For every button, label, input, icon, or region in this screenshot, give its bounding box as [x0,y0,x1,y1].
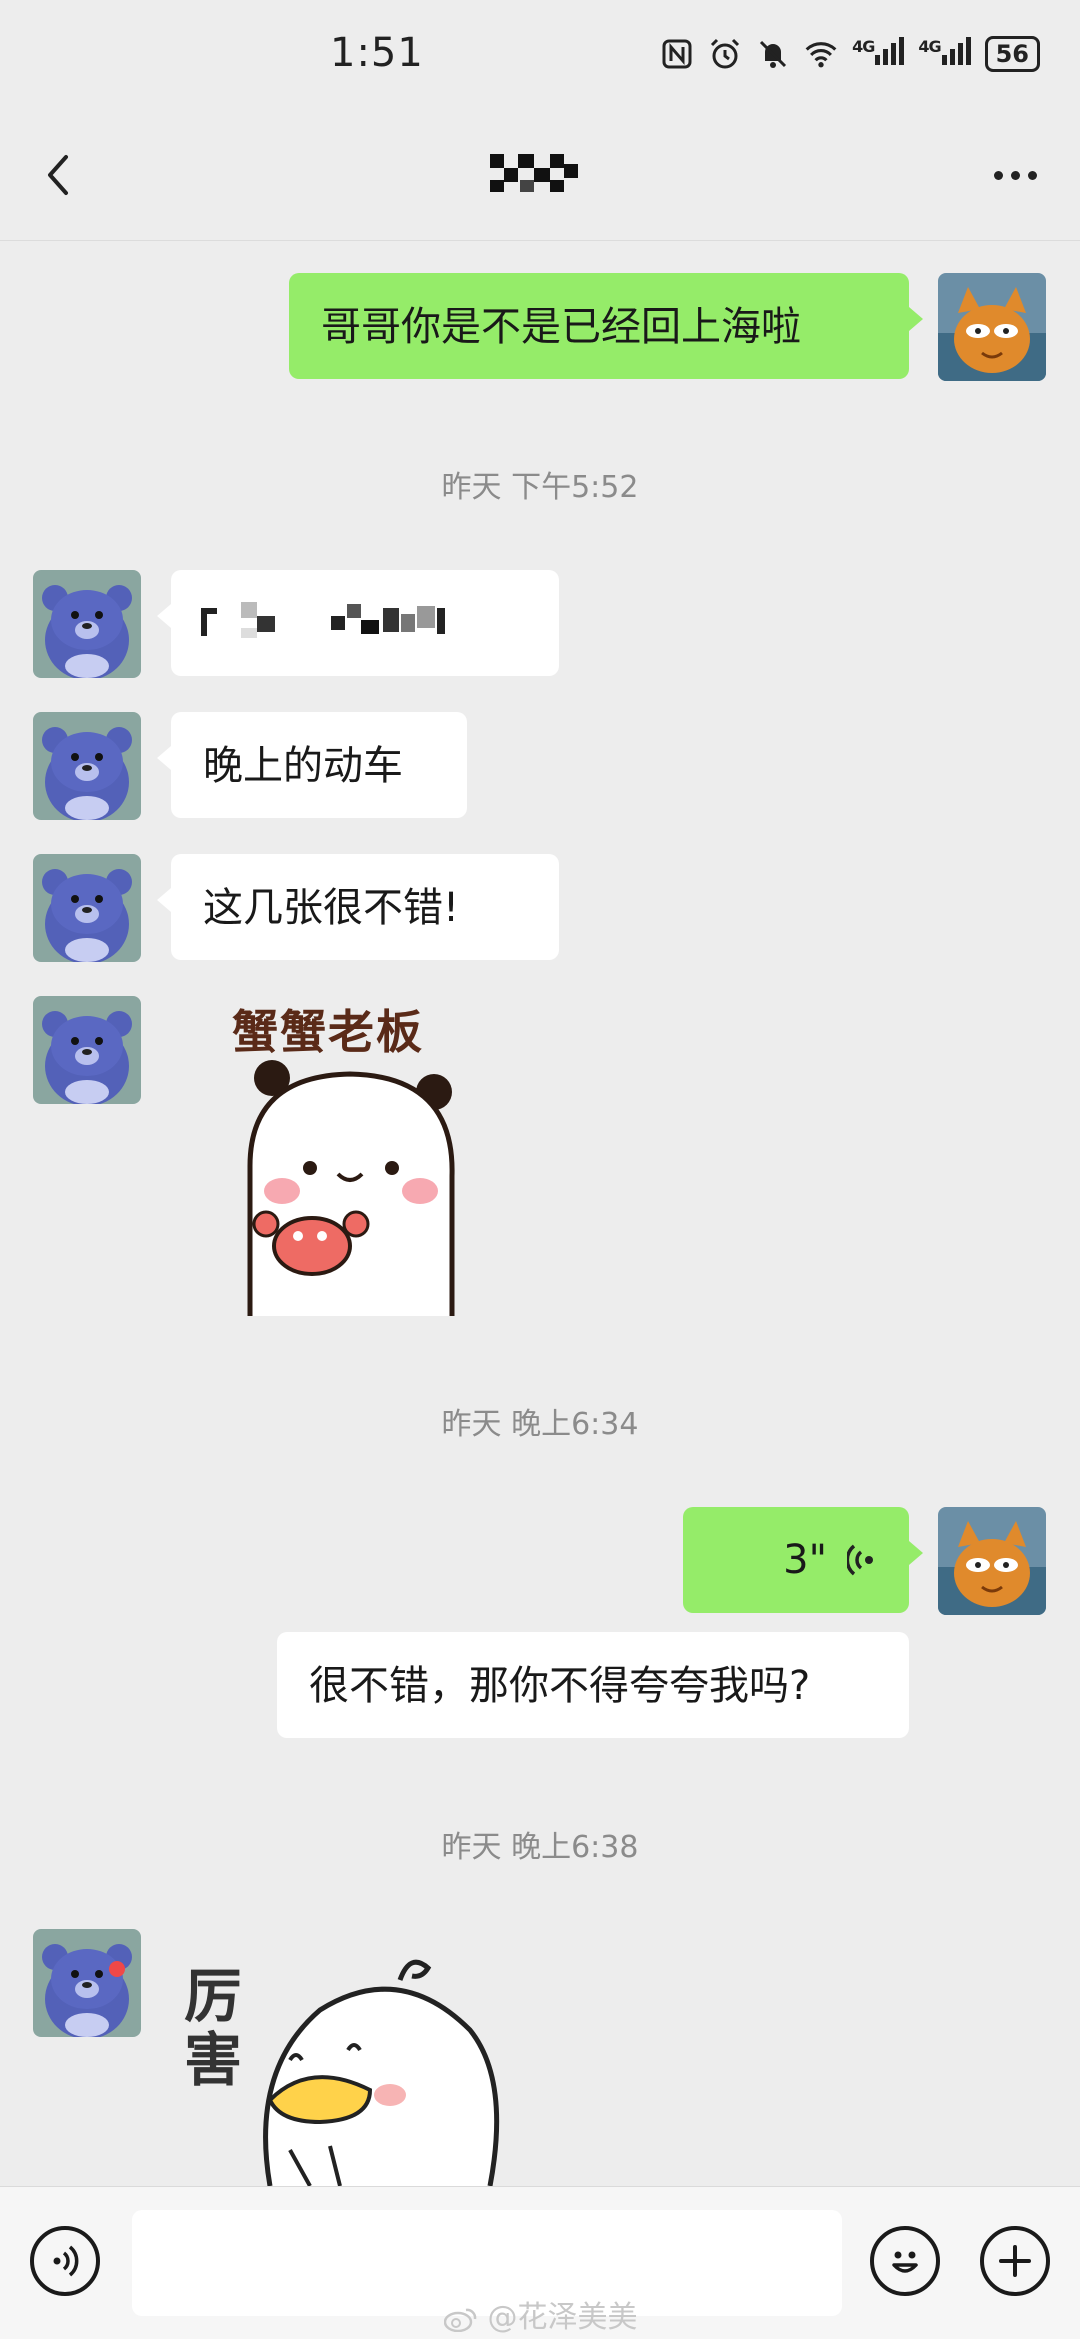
more-options-button[interactable] [980,150,1050,200]
voice-input-toggle-button[interactable] [30,2226,100,2296]
voice-wave-icon [847,1544,873,1576]
timestamp: 昨天 下午5:52 [441,470,639,505]
avatar-contact[interactable] [33,570,141,678]
timestamp: 昨天 晚上6:38 [441,1830,639,1865]
chevron-left-icon [48,155,68,195]
sticker-panda-crab[interactable]: 蟹蟹老板 [220,996,470,1316]
signal-4g-1: 4G [852,36,905,72]
plus-icon [999,2245,1031,2277]
bear-avatar-image [33,712,141,820]
chat-title-obscured [490,150,578,196]
message-text: 哥哥你是不是已经回上海啦 [321,304,801,350]
wifi-icon [804,37,838,71]
bear-avatar-image [33,570,141,678]
nfc-icon [660,37,694,71]
bear-avatar-image [33,1929,141,2037]
bear-avatar-image [33,996,141,1104]
avatar-contact[interactable] [33,1929,141,2037]
timestamp: 昨天 晚上6:34 [441,1407,639,1442]
message-received-2[interactable]: 晚上的动车 [157,712,467,818]
more-functions-button[interactable] [980,2226,1050,2296]
weibo-icon [443,2308,477,2332]
message-received-obscured[interactable] [157,570,559,676]
cat-avatar-image [938,273,1046,381]
cat-avatar-image [938,1507,1046,1615]
status-icons: 4G 4G 56 [660,36,1040,72]
back-button[interactable] [30,145,90,205]
alarm-icon [708,37,742,71]
voice-duration: 3" [783,1537,827,1583]
status-time: 1:51 [330,30,424,76]
emoji-icon [892,2251,918,2273]
message-text: 晚上的动车 [203,743,403,789]
obscured-text-image [201,602,445,638]
transcription-text: 很不错，那你不得夸夸我吗? [309,1663,811,1709]
voice-toggle-icon [53,2245,79,2277]
more-dots-icon [993,170,1003,180]
avatar-contact[interactable] [33,712,141,820]
voice-message-sent[interactable]: 3" [683,1507,923,1613]
signal-4g-2: 4G [918,36,971,72]
avatar-self[interactable] [938,273,1046,381]
mute-icon [756,37,790,71]
avatar-self[interactable] [938,1507,1046,1615]
sticker-duck[interactable]: 厉害 [180,1950,500,2186]
status-bar: 1:51 4G 4G 56 [0,0,1080,120]
avatar-contact[interactable] [33,854,141,962]
duck-sticker-image [263,1959,500,2186]
avatar-contact[interactable] [33,996,141,1104]
sticker-caption: 厉害 [184,1962,243,2094]
battery-indicator: 56 [984,36,1040,72]
watermark-text: @花泽美美 [487,2300,638,2335]
message-received-3[interactable]: 这几张很不错! [157,854,559,960]
bear-avatar-image [33,854,141,962]
voice-transcription[interactable]: 很不错，那你不得夸夸我吗? [277,1632,909,1738]
sticker-caption: 蟹蟹老板 [232,1005,424,1059]
emoji-button[interactable] [870,2226,940,2296]
message-sent-1[interactable]: 哥哥你是不是已经回上海啦 [289,273,923,379]
panda-sticker-image [247,1060,455,1316]
message-text: 这几张很不错! [203,885,460,931]
watermark: @花泽美美 [443,2292,638,2336]
